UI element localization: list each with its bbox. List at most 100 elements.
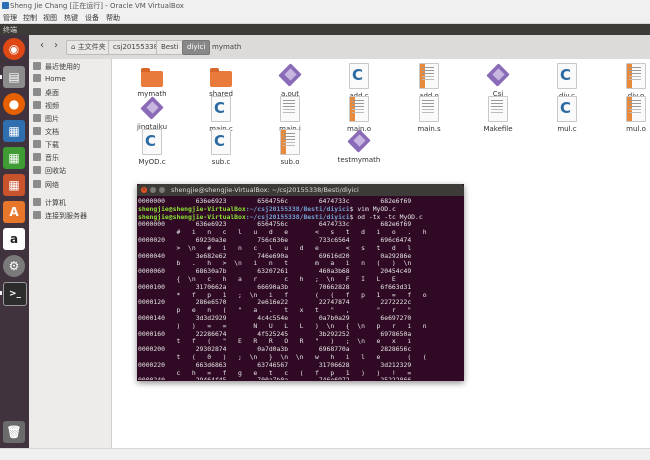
sidebar-item-network[interactable]: 网络 (33, 179, 59, 191)
sidebar-item-desktop[interactable]: 桌面 (33, 87, 59, 99)
object-file-icon (626, 63, 646, 89)
menu-help[interactable]: 帮助 (106, 13, 120, 23)
writer-icon[interactable]: ▦ (3, 120, 25, 142)
sidebar-item-recent[interactable]: 最近使用的 (33, 61, 80, 73)
sidebar-item-label: 桌面 (45, 89, 59, 97)
menu-hotkey[interactable]: 热键 (64, 13, 78, 23)
breadcrumb-besti[interactable]: Besti (156, 40, 184, 55)
ubuntu-top-panel: 终端 (0, 24, 650, 35)
sidebar-item-pictures[interactable]: 图片 (33, 113, 59, 125)
menu-view[interactable]: 视图 (43, 13, 57, 23)
sidebar-item-label: 文档 (45, 128, 59, 136)
impress-icon[interactable]: ▦ (3, 174, 25, 196)
menu-control[interactable]: 控制 (23, 13, 37, 23)
back-button[interactable]: ‹ (35, 39, 49, 53)
sidebar-item-label: 回收站 (45, 167, 66, 175)
trash-icon (33, 166, 41, 174)
file-item[interactable]: add.o (394, 63, 464, 100)
file-item[interactable]: shared (186, 63, 256, 98)
maximize-icon[interactable] (159, 187, 165, 193)
sidebar-item-home[interactable]: Home (33, 73, 66, 85)
folder-icon (141, 68, 163, 87)
sidebar-item-videos[interactable]: 视频 (33, 100, 59, 112)
object-file-icon (349, 96, 369, 122)
document-icon (33, 127, 41, 135)
picture-icon (33, 114, 41, 122)
menu-devices[interactable]: 设备 (85, 13, 99, 23)
c-source-icon: C (142, 129, 162, 155)
breadcrumb-label: 主文件夹 (77, 43, 106, 51)
file-item[interactable]: sub.o (255, 129, 325, 166)
terminal-output-line: 0000240 29464f45 700a7b0a 746e6972 25222… (138, 377, 463, 380)
forward-button[interactable]: › (49, 39, 63, 53)
file-item[interactable]: Csj (463, 63, 533, 98)
file-item[interactable]: Cdiv.c (532, 63, 602, 100)
file-item[interactable]: a.out (255, 63, 325, 98)
close-icon[interactable]: × (141, 187, 147, 193)
c-source-icon: C (211, 96, 231, 122)
terminal-window[interactable]: × shengjie@shengjie-VirtualBox: ~/csj201… (137, 184, 464, 381)
terminal-output[interactable]: 0000000 636e6923 6564756c 6474733c 682e6… (138, 198, 463, 380)
file-item[interactable]: Cadd.c (324, 63, 394, 100)
settings-gear-icon[interactable]: ⚙ (3, 255, 25, 277)
sidebar-item-computer[interactable]: 计算机 (33, 197, 66, 209)
file-item[interactable]: div.o (601, 63, 650, 100)
file-item[interactable]: mul.o (601, 96, 650, 133)
file-item[interactable]: mymath (117, 63, 187, 98)
text-file-icon (488, 96, 508, 122)
terminal-icon[interactable]: >_ (3, 282, 27, 306)
home-icon (33, 74, 41, 82)
file-item[interactable]: jingtaiku (117, 96, 187, 131)
sidebar-item-trash[interactable]: 回收站 (33, 165, 66, 177)
trash-icon[interactable]: 🗑 (3, 421, 25, 443)
breadcrumb-home[interactable]: ⌂ 主文件夹 (66, 40, 111, 55)
calc-icon[interactable]: ▦ (3, 147, 25, 169)
active-app-title: 终端 (3, 26, 17, 34)
minimize-icon[interactable] (150, 187, 156, 193)
sidebar-item-label: 计算机 (45, 199, 66, 207)
sidebar-item-label: 连接到服务器 (45, 212, 87, 220)
sidebar-item-connect-server[interactable]: 连接到服务器 (33, 210, 87, 222)
file-item[interactable]: Cmain.c (186, 96, 256, 133)
sidebar-item-label: 下载 (45, 141, 59, 149)
places-sidebar: 最近使用的 Home 桌面 视频 图片 文档 下载 音乐 回收站 网络 计算机 … (29, 59, 112, 448)
file-item[interactable]: main.o (324, 96, 394, 133)
file-item[interactable]: main.s (394, 96, 464, 133)
software-center-icon[interactable]: A (3, 201, 25, 223)
sidebar-item-music[interactable]: 音乐 (33, 152, 59, 164)
file-item[interactable]: C MyOD.c (117, 129, 187, 166)
file-label: sub.c (211, 158, 231, 166)
desktop-icon (33, 88, 41, 96)
sidebar-item-downloads[interactable]: 下载 (33, 139, 59, 151)
c-source-icon: C (557, 63, 577, 89)
c-source-icon: C (557, 96, 577, 122)
dash-home-icon[interactable]: ◉ (3, 38, 25, 60)
command-text: $ od -tx -tc MyOD.c (349, 212, 423, 221)
sidebar-item-label: Home (45, 75, 66, 83)
amazon-icon[interactable]: a (3, 228, 25, 250)
terminal-titlebar[interactable]: × shengjie@shengjie-VirtualBox: ~/csj201… (137, 184, 464, 196)
file-label: Makefile (483, 125, 513, 133)
prompt-path: :~/csj20155338/Besti/diyici (245, 212, 350, 221)
file-item[interactable]: Cmul.c (532, 96, 602, 133)
breadcrumb-csj20155338[interactable]: csj20155338 (108, 40, 164, 55)
executable-icon (140, 96, 164, 120)
breadcrumb-mymath[interactable]: mymath (207, 40, 246, 55)
file-item[interactable]: Csub.c (186, 129, 256, 166)
menu-manage[interactable]: 管理 (3, 13, 17, 23)
file-label: testmymath (337, 156, 381, 164)
sidebar-item-label: 音乐 (45, 154, 59, 162)
firefox-icon[interactable]: ● (3, 93, 25, 115)
file-label: MyOD.c (138, 158, 166, 166)
home-icon: ⌂ (71, 43, 76, 51)
file-item[interactable]: testmymath (324, 129, 394, 164)
file-item[interactable]: Makefile (463, 96, 533, 133)
executable-icon (486, 63, 510, 87)
sidebar-item-documents[interactable]: 文档 (33, 126, 59, 138)
object-file-icon (626, 96, 646, 122)
file-item[interactable]: main.i (255, 96, 325, 133)
file-label: mul.o (626, 125, 646, 133)
files-icon[interactable]: ▤ (3, 66, 25, 88)
file-manager-toolbar: ‹ › ⌂ 主文件夹 csj20155338 Besti diyici myma… (29, 35, 650, 60)
prompt-path: :~/csj20155338/Besti/diyici (245, 204, 350, 213)
